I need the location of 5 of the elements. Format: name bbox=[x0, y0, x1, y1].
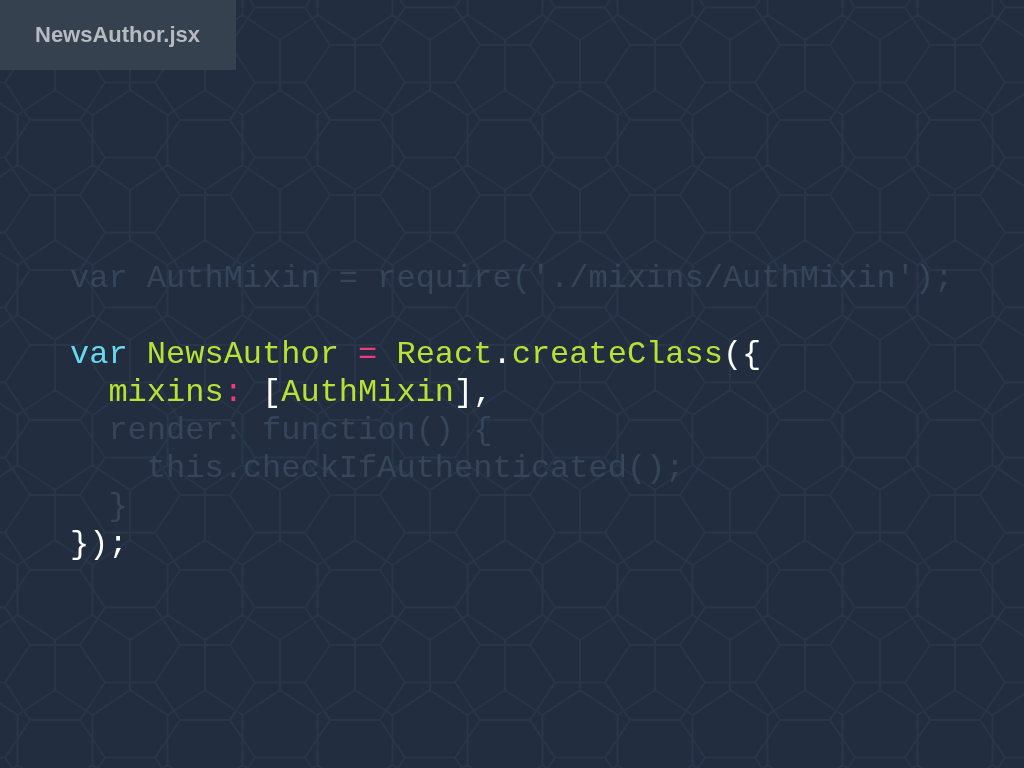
code-line: mixins: [AuthMixin], bbox=[108, 374, 493, 412]
code-line: }); bbox=[70, 526, 128, 564]
code-line: } bbox=[108, 488, 128, 526]
file-name-banner: NewsAuthor.jsx bbox=[0, 0, 236, 70]
code-line: var NewsAuthor = React.createClass({ bbox=[70, 336, 762, 374]
